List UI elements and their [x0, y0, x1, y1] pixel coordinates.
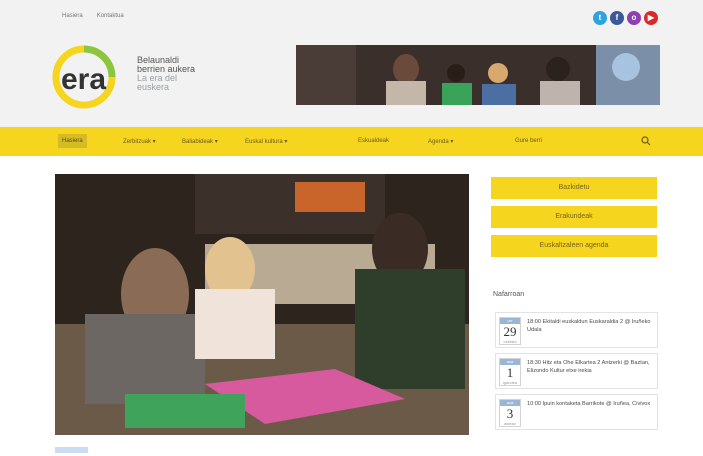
- top-link-home[interactable]: Hasiera: [62, 13, 83, 19]
- hero-photo[interactable]: [55, 174, 469, 435]
- logo-text: era: [61, 63, 106, 96]
- calendar-icon: aza 3 asteaz: [499, 399, 521, 427]
- main-nav: Hasiera Zerbitzuak ▾ Baliabideak ▾ Euska…: [0, 127, 703, 156]
- event-day: 3: [506, 406, 514, 421]
- event-item[interactable]: urr 29 ostirala 18:00 Ekitaldi euskaldun…: [495, 312, 658, 348]
- instagram-icon[interactable]: o: [627, 11, 641, 25]
- facebook-icon[interactable]: f: [610, 11, 624, 25]
- top-link-contact[interactable]: Kontaktua: [97, 13, 124, 19]
- brand-tagline: Belaunaldi berrien aukera La era del eus…: [137, 56, 195, 92]
- sidebar-button-erakundeak[interactable]: Erakundeak: [491, 206, 657, 228]
- sidebar-button-agenda[interactable]: Euskaltzaleen agenda: [491, 235, 657, 257]
- event-weekday: igandea: [502, 380, 518, 385]
- nav-item-zerbitzuak[interactable]: Zerbitzuak ▾: [123, 138, 156, 145]
- nav-item-gure-berri[interactable]: Gure berri: [515, 138, 542, 144]
- event-text: 18:00 Ekitaldi euskaldun Euskaraldia 2 @…: [527, 319, 651, 333]
- header-banner-photo: [296, 45, 660, 105]
- nav-item-eskualdeak[interactable]: Eskualdeak: [358, 138, 389, 144]
- event-item[interactable]: aza 3 asteaz 10:00 Ipuin kontaketa Barri…: [495, 394, 658, 430]
- chevron-down-icon: ▾: [213, 139, 218, 145]
- search-icon[interactable]: [641, 136, 651, 146]
- era-logo[interactable]: era: [52, 45, 132, 110]
- calendar-icon: urr 29 ostirala: [499, 317, 521, 345]
- social-links: t f o ▶: [593, 11, 658, 25]
- event-item[interactable]: aza 1 igandea 18:30 Hitz eta Ohe Elkarte…: [495, 353, 658, 389]
- event-weekday: ostirala: [503, 339, 517, 344]
- event-text: 18:30 Hitz eta Ohe Elkartea 2 Antzerki @…: [527, 360, 650, 374]
- nav-item-baliabideak[interactable]: Baliabideak ▾: [182, 138, 218, 145]
- tagline-line-4: euskera: [137, 82, 170, 92]
- event-weekday: asteaz: [504, 421, 516, 426]
- event-day: 29: [503, 324, 517, 339]
- event-text: 10:00 Ipuin kontaketa Barrikote @ Iruñea…: [527, 401, 651, 407]
- youtube-icon[interactable]: ▶: [644, 11, 658, 25]
- nav-item-euskal-kultura[interactable]: Euskal kultura ▾: [245, 138, 287, 145]
- chevron-down-icon: ▾: [282, 139, 288, 145]
- hero-caption: [55, 447, 88, 453]
- calendar-icon: aza 1 igandea: [499, 358, 521, 386]
- chevron-down-icon: ▾: [151, 139, 156, 145]
- event-day: 1: [506, 365, 514, 380]
- twitter-icon[interactable]: t: [593, 11, 607, 25]
- sidebar-button-bazkidetu[interactable]: Bazkidetu: [491, 177, 657, 199]
- nav-item-hasiera[interactable]: Hasiera: [58, 134, 87, 148]
- nav-item-agenda[interactable]: Agenda ▾: [428, 138, 453, 145]
- events-title: Nafarroan: [493, 291, 525, 298]
- top-links: Hasiera Kontaktua: [62, 13, 124, 19]
- chevron-down-icon: ▾: [448, 139, 454, 145]
